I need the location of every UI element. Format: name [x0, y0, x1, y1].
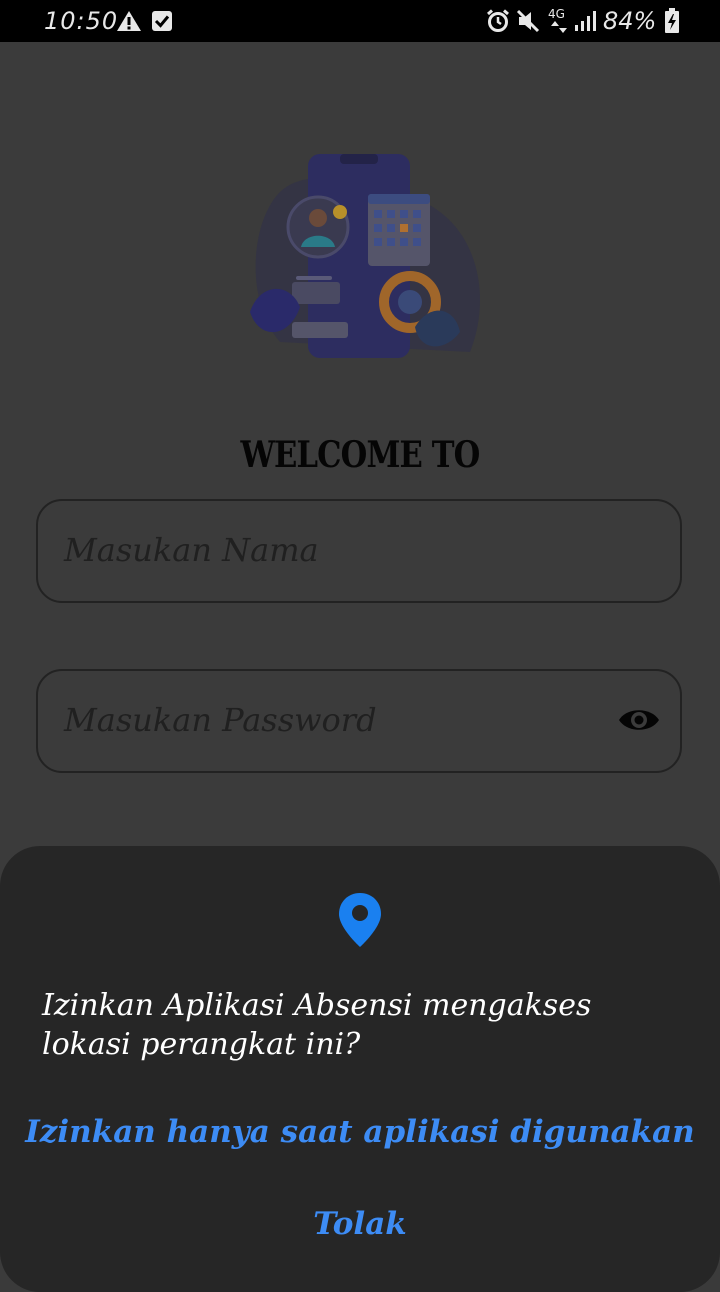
network-type: 4G	[548, 7, 565, 21]
name-placeholder: Masukan Nama	[64, 531, 319, 569]
welcome-title: WELCOME TO	[240, 434, 480, 476]
mute-icon	[516, 9, 540, 33]
allow-while-using-button[interactable]: Izinkan hanya saat aplikasi digunakan	[0, 1114, 720, 1150]
signal-icon	[575, 11, 596, 31]
password-placeholder: Masukan Password	[64, 701, 377, 739]
password-field[interactable]: Masukan Password	[36, 669, 682, 773]
battery-percentage: 84%	[603, 7, 657, 35]
location-permission-dialog: Izinkan Aplikasi Absensi mengakses lokas…	[0, 846, 720, 1292]
status-time: 10:50	[44, 7, 119, 35]
deny-button[interactable]: Tolak	[0, 1206, 720, 1242]
data-arrows-icon	[551, 21, 567, 33]
warning-icon	[117, 11, 141, 31]
checkbox-icon	[152, 11, 172, 31]
login-screen: WELCOME TO Masukan Nama Masukan Password…	[0, 42, 720, 1292]
alarm-icon	[487, 9, 509, 32]
permission-message: Izinkan Aplikasi Absensi mengakses lokas…	[42, 988, 592, 1062]
name-field[interactable]: Masukan Nama	[36, 499, 682, 603]
attendance-illustration	[250, 154, 480, 358]
location-pin-icon	[339, 893, 381, 947]
status-bar: 10:50 4G 84%	[0, 0, 720, 42]
eye-icon[interactable]	[618, 705, 660, 735]
battery-icon	[665, 8, 679, 33]
